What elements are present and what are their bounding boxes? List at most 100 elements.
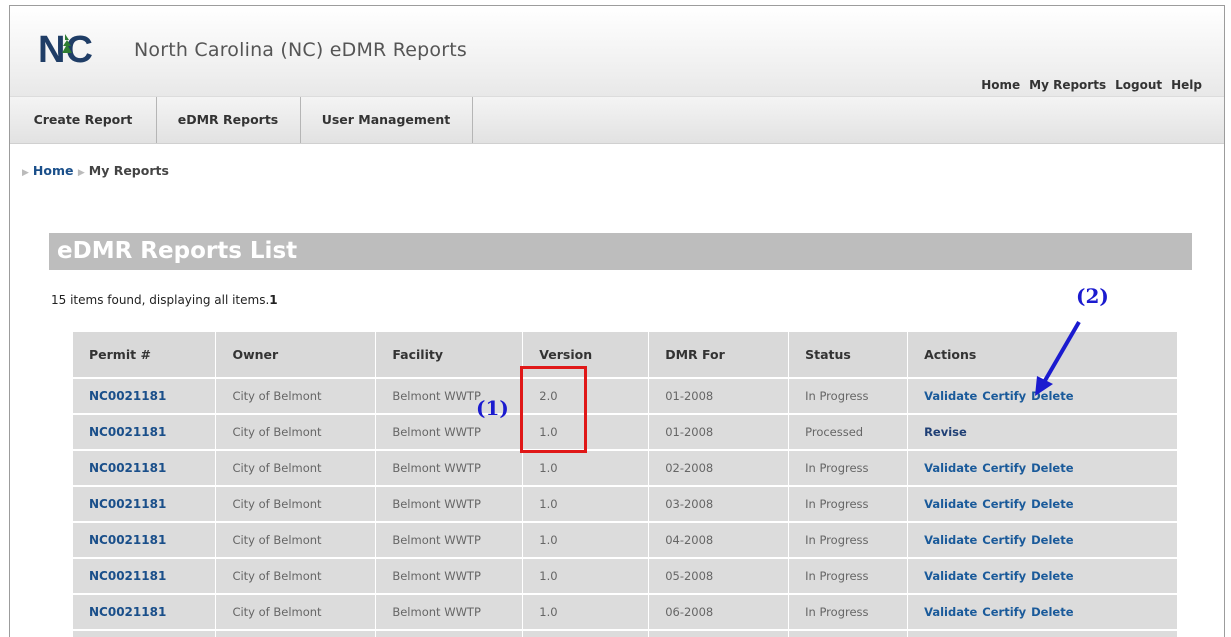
status-cell: In Progress [788, 521, 909, 558]
dmr-for-cell: 01-2008 [648, 413, 790, 450]
reports-table: Permit # Owner Facility Version DMR For … [73, 332, 1178, 637]
breadcrumb-home[interactable]: Home [33, 163, 74, 178]
items-found-label: 15 items found, displaying all items. [51, 293, 270, 307]
table-row: NC0021181 City of Belmont Belmont WWTP 1… [73, 593, 1178, 630]
delete-link[interactable]: Delete [1031, 497, 1073, 511]
validate-link[interactable]: Validate [924, 389, 977, 403]
status-cell: In Progress [788, 377, 909, 414]
certify-link[interactable]: Certify [982, 533, 1026, 547]
permit-link[interactable]: NC0021181 [73, 377, 217, 414]
version-cell: 1.0 [522, 557, 650, 594]
top-link-logout[interactable]: Logout [1115, 78, 1162, 92]
annotation-label-2: (2) [1076, 284, 1109, 308]
status-cell: In Progress [788, 449, 909, 486]
tab-create-report[interactable]: Create Report [10, 97, 157, 143]
validate-link[interactable]: Validate [924, 461, 977, 475]
owner-cell: City of Belmont [215, 593, 377, 630]
dmr-for-cell: 01-2008 [648, 377, 790, 414]
actions-cell: Validate Certify Delete [907, 485, 1178, 522]
table-row: NC0021181 City of Belmont Belmont WWTP 1… [73, 557, 1178, 594]
certify-link[interactable]: Certify [982, 497, 1026, 511]
actions-cell: Validate Certify Delete [907, 449, 1178, 486]
delete-link[interactable]: Delete [1031, 533, 1073, 547]
top-link-my-reports[interactable]: My Reports [1029, 78, 1106, 92]
col-header-owner[interactable]: Owner [215, 332, 377, 378]
table-row: NC0021181 City of Belmont Belmont WWTP 1… [73, 449, 1178, 486]
table-header-row: Permit # Owner Facility Version DMR For … [73, 332, 1178, 378]
top-link-home[interactable]: Home [981, 78, 1020, 92]
actions-cell: Validate Certify Delete [907, 521, 1178, 558]
annotation-highlight-box [520, 366, 587, 453]
site-title: North Carolina (NC) eDMR Reports [134, 39, 467, 61]
owner-cell: City of Belmont [215, 449, 377, 486]
breadcrumb: ▶ Home ▶ My Reports [22, 163, 169, 178]
owner-cell: City of Belmont [215, 557, 377, 594]
table-row: NC0021181 City of Belmont Belmont WWTP 1… [73, 521, 1178, 558]
delete-link[interactable]: Delete [1031, 461, 1073, 475]
actions-cell: Validate Certify Delete [907, 593, 1178, 630]
delete-link[interactable]: Delete [1031, 605, 1073, 619]
tab-edmr-reports[interactable]: eDMR Reports [156, 97, 301, 143]
version-cell: 1.0 [522, 593, 650, 630]
validate-link[interactable]: Validate [924, 605, 977, 619]
top-links: Home My Reports Logout Help [981, 78, 1202, 92]
permit-link[interactable]: NC0021181 [73, 485, 217, 522]
actions-cell: Revise [907, 413, 1178, 450]
annotation-label-1: (1) [476, 396, 509, 420]
certify-link[interactable]: Certify [982, 389, 1026, 403]
facility-cell: Belmont WWTP [375, 593, 524, 630]
breadcrumb-current: My Reports [88, 163, 169, 178]
header: NC North Carolina (NC) eDMR Reports Home… [10, 6, 1224, 96]
certify-link[interactable]: Certify [982, 569, 1026, 583]
page-number[interactable]: 1 [269, 293, 277, 307]
permit-link[interactable]: NC0021181 [73, 521, 217, 558]
certify-link[interactable]: Certify [982, 461, 1026, 475]
breadcrumb-arrow-icon: ▶ [77, 168, 85, 178]
col-header-status[interactable]: Status [788, 332, 909, 378]
nc-logo: NC [38, 29, 93, 68]
validate-link[interactable]: Validate [924, 569, 977, 583]
validate-link[interactable]: Validate [924, 533, 977, 547]
owner-cell: City of Belmont [215, 485, 377, 522]
main-nav: Create Report eDMR Reports User Manageme… [10, 96, 1224, 144]
status-cell: In Progress [788, 557, 909, 594]
col-header-dmr-for[interactable]: DMR For [648, 332, 790, 378]
version-cell: 1.0 [522, 449, 650, 486]
breadcrumb-arrow-icon: ▶ [22, 168, 29, 178]
version-cell: 1.0 [522, 521, 650, 558]
items-found-text: 15 items found, displaying all items.1 [51, 293, 278, 307]
owner-cell: City of Belmont [215, 377, 377, 414]
dmr-for-cell: 03-2008 [648, 485, 790, 522]
annotation-arrow-icon [1035, 320, 1081, 396]
facility-cell: Belmont WWTP [375, 521, 524, 558]
owner-cell: City of Belmont [215, 413, 377, 450]
dmr-for-cell: 06-2008 [648, 593, 790, 630]
col-header-facility[interactable]: Facility [375, 332, 524, 378]
dmr-for-cell: 02-2008 [648, 449, 790, 486]
version-cell: 1.0 [522, 485, 650, 522]
facility-cell: Belmont WWTP [375, 485, 524, 522]
table-row: NC0021181 City of Belmont Belmont WWTP 1… [73, 485, 1178, 522]
top-link-help[interactable]: Help [1171, 78, 1202, 92]
delete-link[interactable]: Delete [1031, 569, 1073, 583]
certify-link[interactable]: Certify [982, 605, 1026, 619]
col-header-permit[interactable]: Permit # [73, 332, 217, 378]
list-header-bar: eDMR Reports List [49, 233, 1192, 270]
status-cell: In Progress [788, 593, 909, 630]
dmr-for-cell: 04-2008 [648, 521, 790, 558]
validate-link[interactable]: Validate [924, 497, 977, 511]
actions-cell: Validate Certify Delete [907, 557, 1178, 594]
permit-link[interactable]: NC0021181 [73, 593, 217, 630]
owner-cell: City of Belmont [215, 521, 377, 558]
permit-link[interactable]: NC0021181 [73, 557, 217, 594]
revise-link[interactable]: Revise [924, 425, 967, 439]
facility-cell: Belmont WWTP [375, 449, 524, 486]
status-cell: In Progress [788, 485, 909, 522]
table-row: NC0021181 City of Belmont Belmont WWTP 2… [73, 377, 1178, 414]
list-title: eDMR Reports List [57, 238, 298, 264]
table-row: NC0021181 City of Belmont Belmont WWTP 1… [73, 413, 1178, 450]
permit-link[interactable]: NC0021181 [73, 413, 217, 450]
status-cell: Processed [788, 413, 909, 450]
tab-user-management[interactable]: User Management [300, 97, 473, 143]
permit-link[interactable]: NC0021181 [73, 449, 217, 486]
